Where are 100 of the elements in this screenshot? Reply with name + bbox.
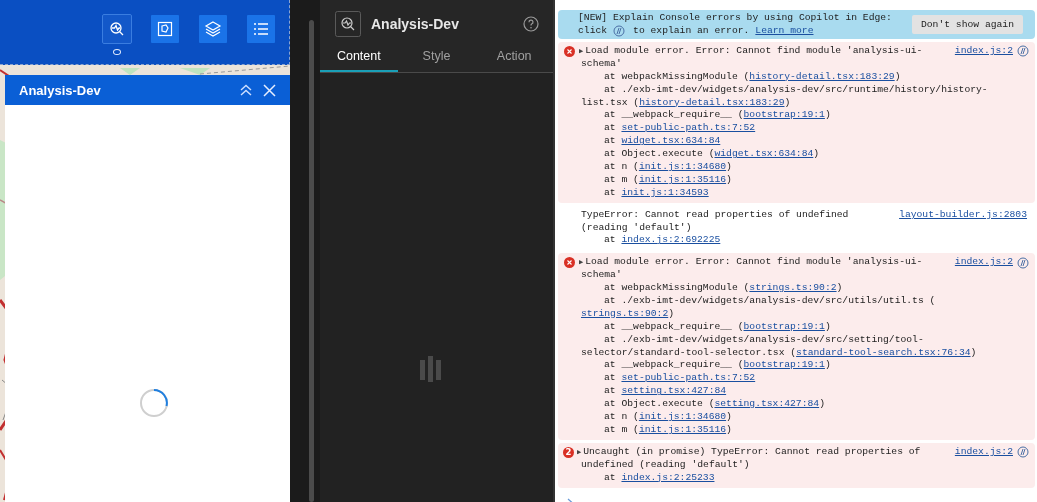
console-text: at __webpack_require__ ( xyxy=(604,359,744,373)
analysis-widget-icon xyxy=(335,10,361,37)
source-link[interactable]: index.js:2:25233 xyxy=(621,471,715,485)
source-file-link[interactable]: layout-builder.js:2803 xyxy=(899,208,1027,222)
source-link[interactable]: bootstrap:19:1 xyxy=(743,109,825,123)
banner-text: to explain an error. xyxy=(633,24,750,37)
list-button[interactable] xyxy=(247,15,275,43)
widget-title: Analysis-Dev xyxy=(371,15,460,32)
copilot-icon[interactable] xyxy=(1017,45,1029,58)
console-text: ) xyxy=(894,70,901,84)
console-text: schema' xyxy=(581,57,622,71)
analysis-tool-button[interactable] xyxy=(103,15,131,43)
source-file-link[interactable]: index.js:2 xyxy=(954,256,1013,270)
source-link[interactable]: init.js:1:35116 xyxy=(638,423,727,437)
console-text: schema' xyxy=(581,269,622,283)
source-link[interactable]: init.js:1:34593 xyxy=(621,186,709,200)
console-text: at xyxy=(604,122,617,136)
source-link[interactable]: set-public-path.ts:7:52 xyxy=(621,372,756,386)
help-icon[interactable] xyxy=(523,15,539,32)
console-text: at ./exb-imt-dev/widgets/analysis-dev/src/setting/tool- xyxy=(604,333,924,347)
source-link[interactable]: history-detail.tsx:183:29 xyxy=(639,96,785,110)
console-text: ) xyxy=(824,320,831,334)
loading-spinner xyxy=(138,388,169,418)
console-text: undefined (reading 'default') xyxy=(581,458,750,472)
source-link[interactable]: setting.tsx:427:84 xyxy=(714,398,820,412)
banner-text: click xyxy=(578,24,608,37)
console-text: ) xyxy=(726,173,732,187)
dont-show-again-button[interactable]: Don't show again xyxy=(912,15,1023,34)
console-text: at Object.execute ( xyxy=(604,148,715,162)
console-text: at __webpack_require__ ( xyxy=(604,109,744,123)
source-link[interactable]: set-public-path.ts:7:52 xyxy=(621,122,756,136)
console-text: at xyxy=(604,372,617,386)
console-text: ) xyxy=(824,359,831,373)
console-text: ) xyxy=(784,96,791,110)
error-icon xyxy=(564,257,575,269)
console-text: at xyxy=(604,234,617,248)
copilot-icon[interactable] xyxy=(1017,256,1029,269)
scrollbar[interactable] xyxy=(309,20,314,502)
layers-icon xyxy=(204,20,222,38)
source-link[interactable]: bootstrap:19:1 xyxy=(743,359,825,373)
list-icon xyxy=(253,22,269,36)
console-text: at __webpack_require__ ( xyxy=(604,320,744,334)
console-text: ) xyxy=(824,109,831,123)
map-tool-button[interactable] xyxy=(151,15,179,43)
copilot-icon[interactable] xyxy=(1017,446,1029,459)
console-text: at n ( xyxy=(604,161,639,174)
console-text: ) xyxy=(836,282,843,296)
learn-more-link[interactable]: Learn more xyxy=(755,24,814,37)
source-link[interactable]: index.js:2:692225 xyxy=(621,234,721,248)
settings-tab[interactable]: Action xyxy=(475,42,553,72)
console-text: at webpackMissingModule ( xyxy=(604,70,750,84)
source-link[interactable]: history-detail.tsx:183:29 xyxy=(749,70,895,84)
source-link[interactable]: bootstrap:19:1 xyxy=(743,320,825,334)
console-text: Load module error. Error: Cannot find module 'analysis-ui- xyxy=(585,45,923,58)
source-link[interactable]: widget.tsx:634:84 xyxy=(714,148,814,162)
source-link[interactable]: strings.ts:90:2 xyxy=(749,282,837,296)
analysis-icon xyxy=(109,21,125,37)
console-text: at m ( xyxy=(604,423,639,437)
console-text: ) xyxy=(726,423,732,437)
source-link[interactable]: setting.tsx:427:84 xyxy=(621,385,727,399)
console-text: at m ( xyxy=(604,173,639,187)
console-text: ) xyxy=(819,398,825,412)
close-icon[interactable] xyxy=(263,83,276,97)
console-text: at xyxy=(604,471,617,485)
layers-button[interactable] xyxy=(199,15,227,43)
console-text: Uncaught (in promise) TypeError: Cannot read properties of xyxy=(583,445,921,459)
error-icon xyxy=(564,45,575,57)
console-text: ) xyxy=(970,346,977,360)
error-count-badge: 2 xyxy=(563,446,574,458)
source-file-link[interactable]: index.js:2 xyxy=(954,445,1013,459)
console-text: ) xyxy=(726,161,732,174)
console-text: Load module error. Error: Cannot find module 'analysis-ui- xyxy=(585,256,923,270)
console-text: at n ( xyxy=(604,411,639,424)
source-file-link[interactable]: index.js:2 xyxy=(954,45,1013,58)
console-text: at xyxy=(604,385,617,399)
panel-title: Analysis-Dev xyxy=(19,82,102,98)
loading-icon xyxy=(419,356,442,382)
source-link[interactable]: widget.tsx:634:84 xyxy=(621,135,721,149)
console-text: TypeError: Cannot read properties of undefined xyxy=(581,208,849,222)
map-icon xyxy=(157,21,173,37)
console-text: ) xyxy=(668,307,675,321)
source-link[interactable]: strings.ts:90:2 xyxy=(581,307,669,321)
source-link[interactable]: init.js:1:34680 xyxy=(638,161,727,174)
source-link[interactable]: init.js:1:35116 xyxy=(638,173,727,187)
collapse-icon[interactable] xyxy=(239,84,253,96)
console-text: at Object.execute ( xyxy=(604,398,715,412)
console-text: selector/standard-tool-selector.tsx ( xyxy=(581,346,797,360)
console-text: at xyxy=(604,186,617,200)
console-text: list.tsx ( xyxy=(581,96,640,110)
settings-tab[interactable]: Style xyxy=(397,42,476,72)
console-text: at ./exb-imt-dev/widgets/analysis-dev/src/utils/util.ts ( xyxy=(604,295,936,308)
console-text: at xyxy=(604,135,617,149)
source-link[interactable]: standard-tool-search.tsx:76:34 xyxy=(796,346,971,360)
banner-text: [NEW] Explain Console errors by using Copilot in Edge: xyxy=(578,12,892,25)
console-text: ) xyxy=(813,148,820,162)
console-text: at webpackMissingModule ( xyxy=(604,282,750,296)
source-link[interactable]: init.js:1:34680 xyxy=(638,411,727,424)
console-text: ) xyxy=(726,411,732,424)
console-text: (reading 'default') xyxy=(581,221,692,235)
console-text: at ./exb-imt-dev/widgets/analysis-dev/src/runtime/history/history- xyxy=(604,83,988,97)
